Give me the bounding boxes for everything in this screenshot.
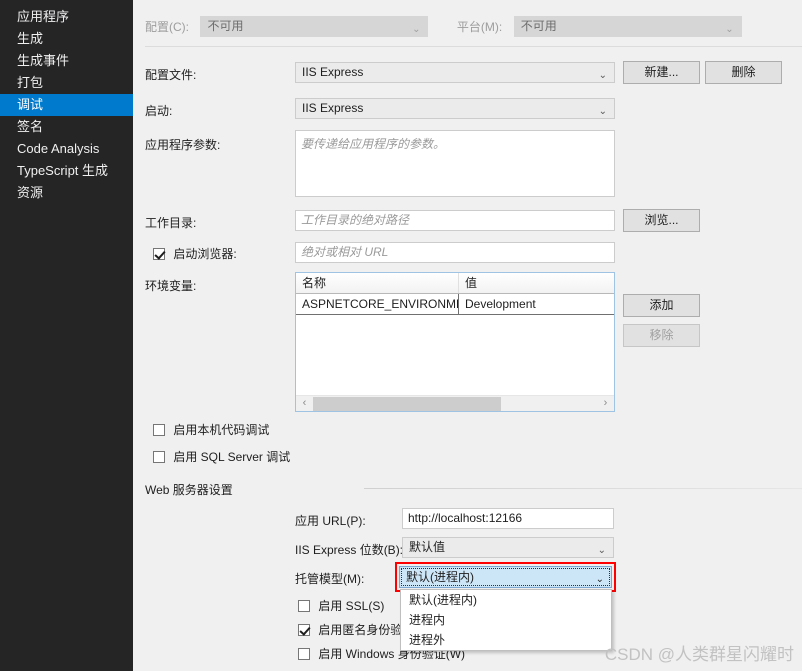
grid-header-row: 名称 值 <box>296 273 614 294</box>
platform-value: 不可用 <box>520 19 557 33</box>
sidebar-item-signing[interactable]: 签名 <box>0 116 133 138</box>
grid-cell-name[interactable]: ASPNETCORE_ENVIRONMENT <box>296 294 458 314</box>
sidebar-item-application[interactable]: 应用程序 <box>0 6 133 28</box>
app-arguments-label: 应用程序参数: <box>145 138 221 152</box>
chevron-down-icon: ⌄ <box>412 24 421 35</box>
sidebar-item-package[interactable]: 打包 <box>0 72 133 94</box>
platform-select: 不可用 ⌄ <box>513 16 742 37</box>
enable-ssl-label: 启用 SSL(S) <box>318 599 385 613</box>
configuration-value: 不可用 <box>207 19 244 33</box>
section-divider <box>364 488 802 489</box>
sidebar-item-label: Code Analysis <box>17 141 100 156</box>
sidebar-item-label: 应用程序 <box>17 9 70 24</box>
iis-bitness-value: 默认值 <box>409 540 446 554</box>
environment-variables-grid[interactable]: 名称 值 ASPNETCORE_ENVIRONMENT Development … <box>295 272 615 412</box>
launch-value: IIS Express <box>302 101 364 115</box>
working-directory-input[interactable]: 工作目录的绝对路径 <box>295 210 615 231</box>
configuration-select: 不可用 ⌄ <box>200 16 429 37</box>
working-directory-label: 工作目录: <box>145 216 197 230</box>
profile-value: IIS Express <box>302 65 364 79</box>
chevron-down-icon: ⌄ <box>598 70 607 81</box>
sidebar-item-label: 打包 <box>17 75 44 90</box>
new-profile-button[interactable]: 新建... <box>623 61 700 84</box>
sidebar-item-label: 签名 <box>17 119 44 134</box>
dropdown-option-inprocess[interactable]: 进程内 <box>401 610 611 630</box>
header-divider <box>145 46 802 47</box>
dropdown-option-default-inprocess[interactable]: 默认(进程内) <box>401 590 611 610</box>
enable-ssl-checkbox[interactable]: 启用 SSL(S) <box>298 597 384 614</box>
chevron-down-icon: ⌄ <box>595 574 604 585</box>
iis-bitness-select[interactable]: 默认值 ⌄ <box>402 537 614 558</box>
hosting-model-value: 默认(进程内) <box>406 570 474 584</box>
sidebar: 应用程序 生成 生成事件 打包 调试 签名 Code Analysis Type… <box>0 0 141 671</box>
hosting-model-label: 托管模型(M): <box>295 572 365 586</box>
sidebar-item-label: 调试 <box>17 97 44 112</box>
sidebar-item-label: TypeScript 生成 <box>17 163 109 178</box>
sidebar-item-code-analysis[interactable]: Code Analysis <box>0 138 133 160</box>
iis-bitness-label: IIS Express 位数(B): <box>295 543 404 557</box>
chevron-down-icon: ⌄ <box>597 545 606 556</box>
grid-horizontal-scrollbar[interactable]: ‹ › <box>296 395 614 411</box>
chevron-left-icon[interactable]: ‹ <box>296 396 313 412</box>
sidebar-item-resources[interactable]: 资源 <box>0 182 133 204</box>
launch-label: 启动: <box>145 104 173 118</box>
launch-select[interactable]: IIS Express ⌄ <box>295 98 615 119</box>
app-url-label: 应用 URL(P): <box>295 514 366 528</box>
checkbox-icon <box>153 451 165 463</box>
chevron-down-icon: ⌄ <box>598 106 607 117</box>
sidebar-item-label: 生成事件 <box>17 53 70 68</box>
launch-browser-checkbox[interactable]: 启动浏览器: <box>153 245 237 262</box>
sidebar-list: 应用程序 生成 生成事件 打包 调试 签名 Code Analysis Type… <box>0 0 141 204</box>
grid-header-value: 值 <box>458 273 614 293</box>
add-env-var-button[interactable]: 添加 <box>623 294 700 317</box>
grid-header-name: 名称 <box>302 276 327 290</box>
profile-select[interactable]: IIS Express ⌄ <box>295 62 615 83</box>
enable-sql-debug-checkbox[interactable]: 启用 SQL Server 调试 <box>153 448 290 465</box>
checkbox-icon <box>298 648 310 660</box>
checkbox-icon <box>153 424 165 436</box>
grid-cell-value[interactable]: Development <box>458 294 614 314</box>
sidebar-item-label: 生成 <box>17 31 44 46</box>
profile-label: 配置文件: <box>145 68 197 82</box>
app-arguments-input[interactable]: 要传递给应用程序的参数。 <box>295 130 615 197</box>
checkbox-icon <box>298 624 310 636</box>
checkbox-icon <box>153 248 165 260</box>
delete-profile-button[interactable]: 删除 <box>705 61 782 84</box>
table-row[interactable]: ASPNETCORE_ENVIRONMENT Development <box>296 294 614 315</box>
launch-browser-label: 启动浏览器: <box>173 247 237 261</box>
sidebar-item-debug[interactable]: 调试 <box>0 94 141 116</box>
app-url-input[interactable]: http://localhost:12166 <box>402 508 614 529</box>
sidebar-item-typescript-build[interactable]: TypeScript 生成 <box>0 160 133 182</box>
enable-native-debug-label: 启用本机代码调试 <box>173 423 270 437</box>
dropdown-option-outofprocess[interactable]: 进程外 <box>401 630 611 650</box>
chevron-right-icon[interactable]: › <box>597 396 614 412</box>
web-server-section-title: Web 服务器设置 <box>145 483 233 497</box>
enable-sql-debug-label: 启用 SQL Server 调试 <box>173 450 291 464</box>
remove-env-var-button[interactable]: 移除 <box>623 324 700 347</box>
browse-button[interactable]: 浏览... <box>623 209 700 232</box>
app-arguments-placeholder: 要传递给应用程序的参数。 <box>301 137 446 151</box>
watermark: CSDN @人类群星闪耀时 <box>604 645 794 664</box>
scrollbar-thumb[interactable] <box>313 397 501 411</box>
sidebar-item-build[interactable]: 生成 <box>0 28 133 50</box>
configuration-label: 配置(C): <box>145 20 189 34</box>
working-directory-placeholder: 工作目录的绝对路径 <box>301 213 410 227</box>
app-url-value: http://localhost:12166 <box>408 511 523 525</box>
checkbox-icon <box>298 600 310 612</box>
enable-native-debug-checkbox[interactable]: 启用本机代码调试 <box>153 421 269 438</box>
launch-browser-url-placeholder: 绝对或相对 URL <box>301 245 389 259</box>
sidebar-item-build-events[interactable]: 生成事件 <box>0 50 133 72</box>
hosting-model-select[interactable]: 默认(进程内) ⌄ <box>399 566 612 588</box>
platform-label: 平台(M): <box>456 20 503 34</box>
chevron-down-icon: ⌄ <box>725 24 734 35</box>
sidebar-item-label: 资源 <box>17 185 44 200</box>
hosting-model-dropdown-list[interactable]: 默认(进程内) 进程内 进程外 <box>400 589 612 651</box>
configuration-row: 配置(C): 不可用 ⌄ 平台(M): 不可用 ⌄ <box>145 16 790 38</box>
launch-browser-url-input[interactable]: 绝对或相对 URL <box>295 242 615 263</box>
environment-variables-label: 环境变量: <box>145 279 197 293</box>
